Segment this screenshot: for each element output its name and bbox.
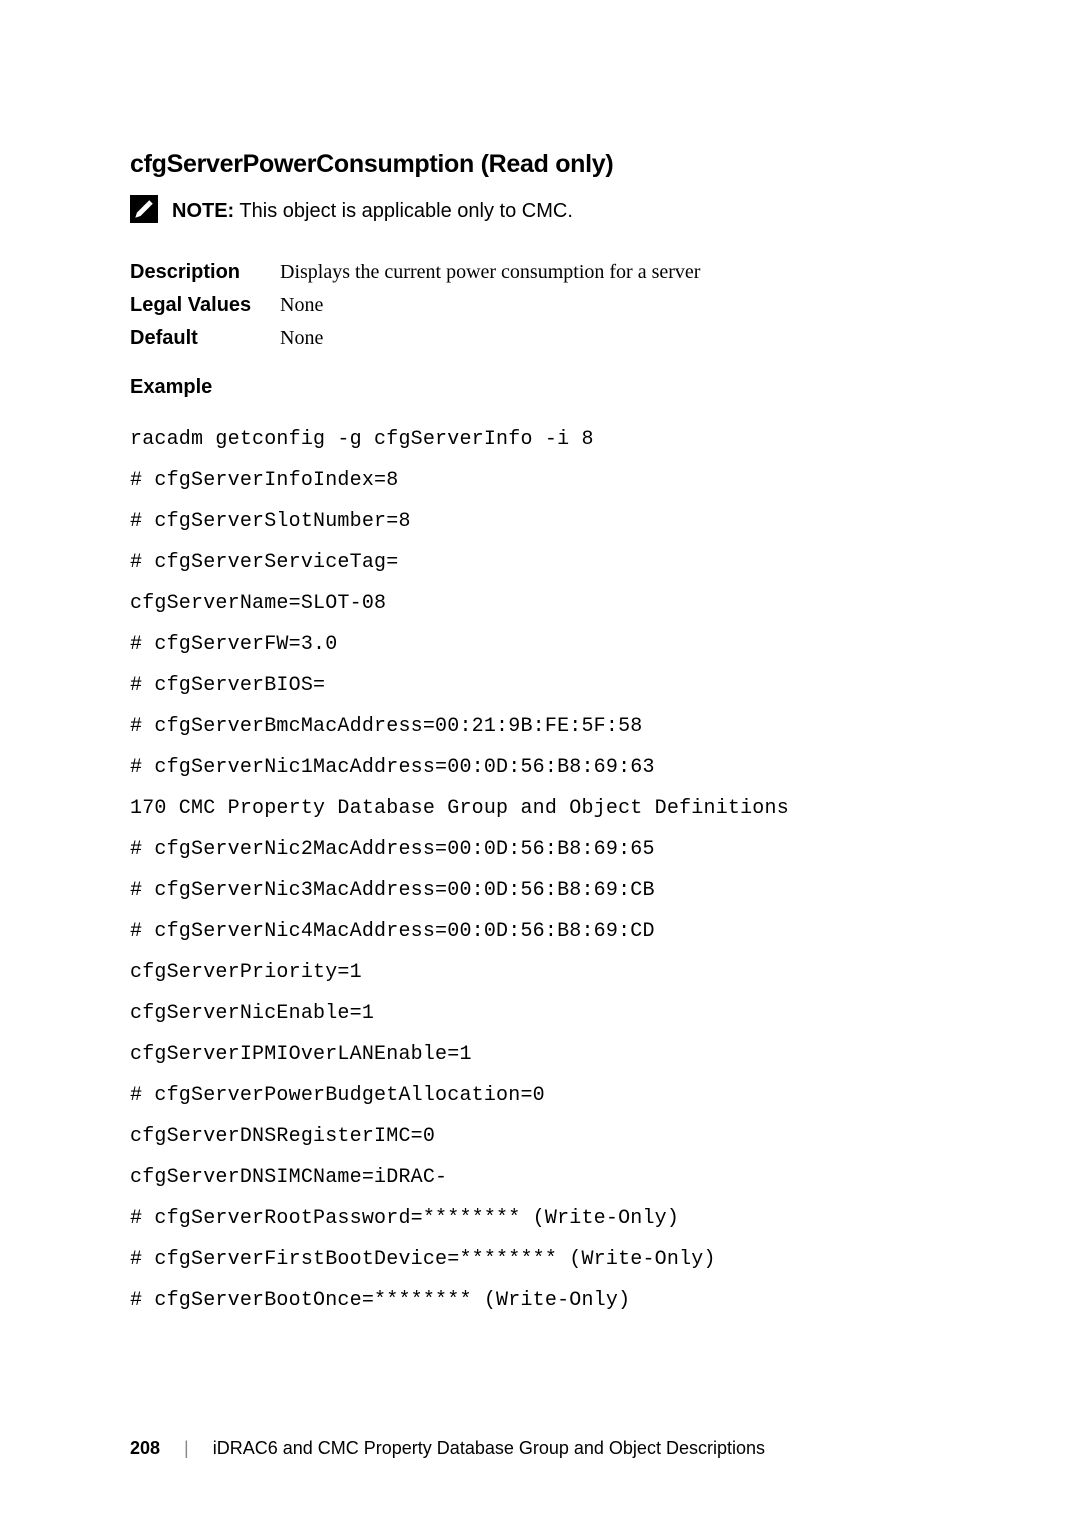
table-row: Description Displays the current power c… bbox=[130, 261, 980, 284]
info-table: Description Displays the current power c… bbox=[130, 261, 980, 350]
info-key-default: Default bbox=[130, 327, 280, 350]
page-content: cfgServerPowerConsumption (Read only) NO… bbox=[0, 0, 1080, 1381]
page-number: 208 bbox=[130, 1438, 160, 1459]
note-text: NOTE: This object is applicable only to … bbox=[172, 197, 573, 225]
section-title: cfgServerPowerConsumption (Read only) bbox=[130, 150, 980, 179]
table-row: Default None bbox=[130, 327, 980, 350]
footer-separator: | bbox=[184, 1438, 189, 1459]
note-body: This object is applicable only to CMC. bbox=[234, 200, 573, 222]
example-code-block: racadm getconfig -g cfgServerInfo -i 8 #… bbox=[130, 419, 980, 1321]
page-footer: 208 | iDRAC6 and CMC Property Database G… bbox=[130, 1438, 980, 1459]
note-label: NOTE: bbox=[172, 200, 234, 222]
note-block: NOTE: This object is applicable only to … bbox=[130, 197, 980, 225]
info-key-legal-values: Legal Values bbox=[130, 294, 280, 317]
example-label: Example bbox=[130, 376, 980, 399]
info-val-description: Displays the current power consumption f… bbox=[280, 261, 700, 284]
table-row: Legal Values None bbox=[130, 294, 980, 317]
info-key-description: Description bbox=[130, 261, 280, 284]
info-val-default: None bbox=[280, 327, 323, 350]
info-val-legal-values: None bbox=[280, 294, 323, 317]
pencil-note-icon bbox=[130, 195, 158, 223]
footer-title: iDRAC6 and CMC Property Database Group a… bbox=[213, 1438, 765, 1459]
